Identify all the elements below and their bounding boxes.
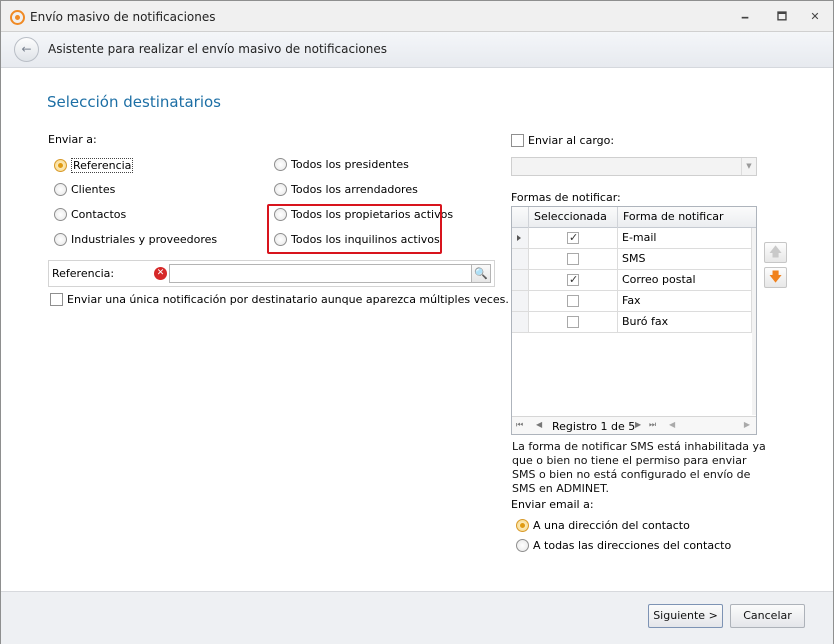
grid-navigator: ⏮ ◀ Registro 1 de 5 ▶ ⏭ ◀ ▶ [512, 416, 756, 434]
app-logo-icon [10, 10, 25, 25]
vertical-scrollbar[interactable] [752, 228, 756, 415]
forma-cell: Buró fax [618, 312, 752, 333]
wizard-title: Asistente para realizar el envío masivo … [48, 42, 388, 56]
selected-cell [529, 228, 618, 249]
radio-icon [516, 539, 529, 552]
referencia-label: Referencia: [52, 267, 115, 280]
cargo-dropdown[interactable]: ▼ [511, 157, 757, 176]
referencia-input[interactable] [169, 264, 472, 283]
radio-icon [54, 233, 67, 246]
column-header-seleccionada[interactable]: Seleccionada [529, 207, 618, 228]
row-checkbox[interactable] [567, 231, 579, 244]
forma-cell: E-mail [618, 228, 752, 249]
radio-presidentes[interactable]: Todos los presidentes [274, 158, 409, 171]
chevron-down-icon: ▼ [741, 158, 756, 175]
table-row[interactable]: Buró fax [512, 312, 756, 333]
radio-label: A todas las direcciones del contacto [533, 539, 732, 552]
search-icon[interactable]: 🔍 [472, 264, 491, 283]
row-indicator [512, 312, 529, 333]
section-title: Selección destinatarios [47, 93, 221, 111]
checkbox-label: Enviar al cargo: [528, 134, 615, 147]
maximize-button[interactable]: 🗖 [769, 7, 795, 27]
row-indicator-header [512, 207, 529, 228]
table-row[interactable]: Fax [512, 291, 756, 312]
sms-info-text: La forma de notificar SMS está inhabilit… [512, 440, 766, 495]
row-checkbox[interactable] [567, 253, 579, 265]
move-down-button[interactable]: 🡇 [764, 267, 787, 288]
footer-bar: Siguiente > Cancelar [1, 591, 833, 644]
forma-cell: Correo postal [618, 270, 752, 291]
column-header-forma[interactable]: Forma de notificar [618, 207, 756, 228]
checkbox-label: Enviar una única notificación por destin… [67, 293, 509, 306]
row-indicator [512, 228, 529, 249]
selected-cell [529, 249, 618, 270]
forma-cell: Fax [618, 291, 752, 312]
table-row[interactable]: E-mail [512, 228, 756, 249]
close-button[interactable]: ✕ [802, 7, 828, 27]
row-indicator [512, 291, 529, 312]
horizontal-scrollbar[interactable]: ◀ ▶ [667, 420, 752, 432]
row-checkbox[interactable] [567, 316, 579, 328]
radio-industriales[interactable]: Industriales y proveedores [54, 233, 217, 246]
formas-grid: Seleccionada Forma de notificar E-mail S… [511, 206, 757, 435]
first-record-icon[interactable]: ⏮ [516, 420, 523, 430]
checkbox-icon [511, 134, 524, 147]
radio-clientes[interactable]: Clientes [54, 183, 115, 196]
formas-label: Formas de notificar: [511, 191, 621, 204]
wizard-header: ← Asistente para realizar el envío masiv… [1, 32, 833, 68]
selected-cell [529, 312, 618, 333]
radio-icon [274, 158, 287, 171]
table-row[interactable]: SMS [512, 249, 756, 270]
row-indicator [512, 249, 529, 270]
row-checkbox[interactable] [567, 295, 579, 307]
highlight-box [267, 204, 442, 254]
radio-label: Todos los presidentes [291, 158, 409, 171]
next-button[interactable]: Siguiente > [648, 604, 723, 628]
radio-contactos[interactable]: Contactos [54, 208, 126, 221]
error-icon: ✕ [154, 267, 167, 280]
scroll-left-icon[interactable]: ◀ [669, 420, 675, 429]
record-counter: Registro 1 de 5 [552, 420, 636, 433]
grid-header: Seleccionada Forma de notificar [512, 207, 756, 228]
minimize-button[interactable]: 🗕 [732, 7, 758, 27]
current-row-icon [517, 235, 521, 241]
selected-cell [529, 270, 618, 291]
unica-notificacion-checkbox[interactable]: Enviar una única notificación por destin… [50, 293, 509, 306]
referencia-panel: Referencia: ✕ 🔍 [48, 260, 495, 287]
row-indicator [512, 270, 529, 291]
last-record-icon[interactable]: ⏭ [649, 420, 656, 430]
radio-label: Clientes [71, 183, 116, 196]
radio-referencia[interactable]: Referencia [54, 158, 134, 173]
scroll-right-icon[interactable]: ▶ [744, 420, 750, 429]
radio-label: Todos los arrendadores [291, 183, 418, 196]
dialog-window: Envío masivo de notificaciones 🗕 🗖 ✕ ← A… [0, 0, 834, 644]
enviar-a-label: Enviar a: [48, 133, 97, 146]
title-bar: Envío masivo de notificaciones 🗕 🗖 ✕ [1, 1, 833, 32]
row-checkbox[interactable] [567, 273, 579, 286]
radio-una-direccion[interactable]: A una dirección del contacto [516, 519, 690, 532]
radio-label: Industriales y proveedores [71, 233, 218, 246]
radio-icon [54, 159, 67, 172]
checkbox-icon [50, 293, 63, 306]
radio-icon [54, 208, 67, 221]
radio-arrendadores[interactable]: Todos los arrendadores [274, 183, 418, 196]
radio-icon [516, 519, 529, 532]
radio-icon [54, 183, 67, 196]
enviar-email-label: Enviar email a: [511, 498, 594, 511]
radio-icon [274, 183, 287, 196]
radio-todas-direcciones[interactable]: A todas las direcciones del contacto [516, 539, 731, 552]
enviar-cargo-checkbox[interactable]: Enviar al cargo: [511, 134, 614, 147]
move-up-button[interactable]: 🡅 [764, 242, 787, 263]
next-record-icon[interactable]: ▶ [635, 420, 641, 429]
window-title: Envío masivo de notificaciones [30, 10, 216, 24]
back-button[interactable]: ← [14, 37, 39, 62]
table-row[interactable]: Correo postal [512, 270, 756, 291]
radio-label: Contactos [71, 208, 127, 221]
selected-cell [529, 291, 618, 312]
forma-cell: SMS [618, 249, 752, 270]
cancel-button[interactable]: Cancelar [730, 604, 805, 628]
radio-label: Referencia [71, 158, 134, 173]
radio-label: A una dirección del contacto [533, 519, 690, 532]
prev-record-icon[interactable]: ◀ [536, 420, 542, 429]
